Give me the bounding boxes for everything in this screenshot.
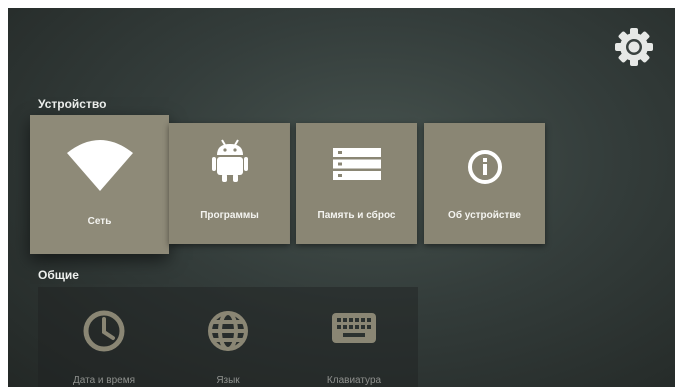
tile-keyboard[interactable]: Клавиатура — [298, 287, 410, 387]
section-title-general: Общие — [38, 268, 79, 282]
keyboard-icon — [332, 313, 376, 343]
settings-screen: Устройство Сеть Программы Память и сброс… — [8, 8, 675, 387]
tile-label: Язык — [216, 375, 240, 386]
tile-apps[interactable]: Программы — [169, 123, 290, 244]
tile-label: Дата и время — [72, 375, 135, 386]
settings-button[interactable] — [612, 25, 656, 69]
tile-about[interactable]: Об устройстве — [424, 123, 545, 244]
tile-label: Программы — [200, 210, 259, 221]
clock-icon — [83, 310, 125, 352]
section-title-device: Устройство — [38, 97, 107, 111]
storage-icon — [332, 148, 381, 180]
globe-icon — [208, 311, 248, 351]
gear-icon — [615, 28, 653, 66]
wifi-icon — [66, 140, 133, 191]
tile-label: Сеть — [87, 216, 112, 227]
tile-language[interactable]: Язык — [172, 287, 284, 387]
tile-storage-reset[interactable]: Память и сброс — [296, 123, 417, 244]
info-icon — [467, 150, 502, 184]
android-icon — [211, 139, 248, 182]
tile-label: Об устройстве — [448, 210, 521, 221]
tile-network[interactable]: Сеть — [30, 115, 169, 254]
tile-date-time[interactable]: Дата и время — [48, 287, 160, 387]
tile-label: Клавиатура — [326, 375, 382, 386]
tile-label: Память и сброс — [317, 210, 396, 221]
